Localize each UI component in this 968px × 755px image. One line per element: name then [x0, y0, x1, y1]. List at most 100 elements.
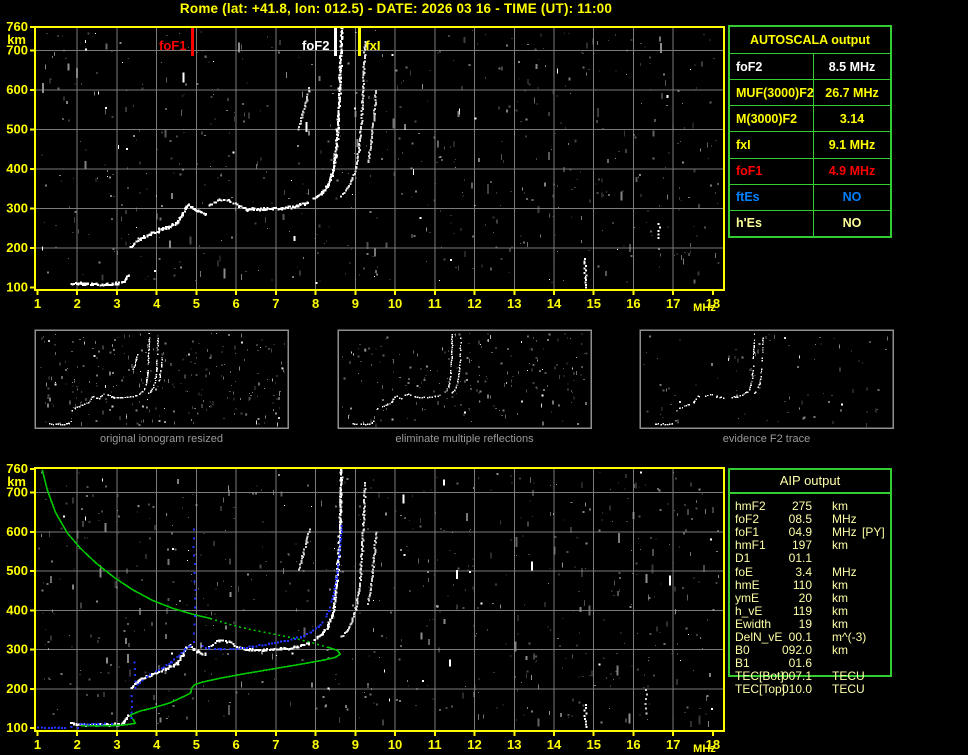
x-tick-label: 6	[233, 296, 240, 311]
x-tick-label: 7	[272, 296, 279, 311]
spread-column	[583, 257, 588, 289]
thumbnail-panel-2	[337, 329, 592, 429]
spread-column	[583, 704, 588, 728]
thumbnail-border	[34, 329, 289, 429]
autoscala-row: MUF(3000)F2 26.7 MHz	[730, 80, 890, 107]
x-tick-label: 16	[626, 737, 640, 752]
trace-F1-rise	[131, 203, 191, 248]
trace-x-upper-branch	[367, 89, 378, 164]
aip-row: B1 01.6	[728, 657, 892, 669]
autoscala-param-value: NO	[842, 216, 862, 231]
thumbnail-caption-2: eliminate multiple reflections	[395, 433, 534, 445]
aip-param-unit: TECU	[832, 682, 865, 697]
aip-param-unit: km	[832, 643, 848, 658]
thumbnail-panel-1	[34, 329, 289, 429]
y-tick-label: 300	[6, 642, 28, 657]
aip-param-label: hmF2	[735, 499, 766, 513]
aip-title-divider	[728, 492, 892, 494]
x-tick-label: 10	[388, 296, 402, 311]
aip-row: hmE 110 km	[728, 579, 892, 591]
autoscala-row: h'Es NO	[730, 210, 890, 236]
aip-param-value: 119	[792, 603, 812, 618]
x-tick-label: 11	[428, 296, 442, 311]
aip-param-unit: km	[832, 603, 848, 618]
aip-param-unit: TECU	[832, 669, 865, 684]
x-tick-label: 5	[193, 296, 200, 311]
aip-row: ymE 20 km	[728, 592, 892, 604]
autoscala-row: fxI 9.1 MHz	[730, 132, 890, 159]
aip-param-label: foE	[735, 564, 754, 579]
aip-param-value: 19	[798, 616, 812, 631]
aip-param-value: 20	[798, 590, 812, 605]
trace-F2-x-asymptote	[340, 482, 367, 638]
aip-param-label: foF1	[735, 525, 760, 540]
autoscala-param-label: foF1	[730, 158, 814, 184]
x-tick-label: 7	[272, 737, 279, 752]
y-tick-label: 500	[6, 122, 28, 137]
trace-F2-o-asymptote	[314, 27, 344, 200]
marker-fxI: fxI	[357, 28, 380, 56]
autoscala-param-value: 8.5 MHz	[828, 59, 876, 74]
x-tick-label: 9	[352, 296, 359, 311]
blue-restored-F2	[201, 525, 343, 651]
x-tick-label: 14	[547, 296, 562, 311]
aip-param-unit: MHz	[832, 564, 857, 579]
profile-lower	[129, 646, 342, 716]
trace-second-hop-echo	[298, 528, 311, 571]
blue-restored-E	[37, 726, 80, 730]
aip-param-note: [PY]	[862, 525, 885, 540]
aip-param-value: 01.6	[788, 656, 812, 671]
aip-param-label: foF2	[735, 512, 760, 527]
autoscala-param-value: NO	[842, 190, 862, 205]
aip-param-value: 3.4	[795, 564, 812, 579]
bottom-ionogram-plot: 1 2 3 4 5 6 7 8 9 10 11 12 13 14 15 16 17 18MHz1002003004…	[6, 461, 725, 755]
autoscala-param-label: ftEs	[730, 184, 814, 210]
aip-row: Ewidth 19 km	[728, 618, 892, 630]
aip-param-unit: km	[832, 538, 848, 553]
x-tick-label: 15	[586, 737, 600, 752]
aip-param-label: h_vE	[735, 603, 763, 618]
aip-param-unit: MHz	[832, 525, 857, 540]
autoscala-param-label: foF2	[730, 54, 814, 80]
autoscala-param-value: 4.9 MHz	[828, 164, 876, 179]
autoscala-output-table: AUTOSCALA output foF2 8.5 MHz MUF(3000)F2 2…	[728, 25, 892, 238]
aip-param-unit: m^(-3)	[832, 630, 867, 644]
autoscala-row: ftEs NO	[730, 184, 890, 211]
x-tick-label: 12	[467, 737, 481, 752]
marker-label-foF1: foF1	[159, 38, 186, 53]
autoscala-param-label: M(3000)F2	[730, 106, 814, 132]
y-tick-label: 100	[6, 720, 28, 735]
aip-row: foE 3.4 MHz	[728, 566, 892, 578]
aip-param-label: hmF1	[735, 538, 766, 553]
marker-foF1: foF1	[159, 28, 194, 56]
x-tick-label: 10	[388, 737, 402, 752]
aip-row: TEC[Bot] 007.1 TECU	[728, 670, 892, 682]
x-tick-label: 13	[507, 737, 521, 752]
x-tick-label: 13	[507, 296, 521, 311]
marker-label-fxI: fxI	[365, 38, 380, 53]
y-tick-label: 200	[6, 681, 28, 696]
aip-row: foF1 04.9 MHz [PY]	[728, 526, 892, 538]
y-tick-label: 400	[6, 161, 28, 176]
x-tick-label: 6	[233, 737, 240, 752]
aip-param-value: 197	[791, 538, 812, 553]
thumbnail-caption-3: evidence F2 trace	[722, 433, 811, 445]
y-axis-unit: km	[7, 474, 26, 489]
aip-param-value: 08.5	[788, 512, 812, 527]
aip-param-unit: MHz	[832, 512, 857, 527]
top-ionogram-plot: 1 2 3 4 5 6 7 8 9 10 11 12 13 14 15 16 17 18MHz1002003004…	[6, 19, 725, 314]
thumbnail-border	[639, 329, 894, 429]
autoscala-table-title: AUTOSCALA output	[730, 27, 890, 54]
x-tick-label: 17	[666, 296, 680, 311]
trace-x-upper-branch	[366, 531, 378, 605]
x-tick-label: 2	[74, 737, 81, 752]
aip-param-unit: km	[832, 577, 848, 592]
autoscala-row: M(3000)F2 3.14	[730, 106, 890, 133]
x-tick-label: 14	[547, 737, 562, 752]
aip-row: DelN_vE 00.1 m^(-3)	[728, 631, 892, 643]
autoscala-param-label: fxI	[730, 132, 814, 158]
aip-param-label: D1	[735, 551, 751, 566]
x-tick-label: 2	[74, 296, 81, 311]
trace-F2-flat-b	[246, 201, 309, 212]
trace-second-hop-echo	[297, 87, 311, 131]
